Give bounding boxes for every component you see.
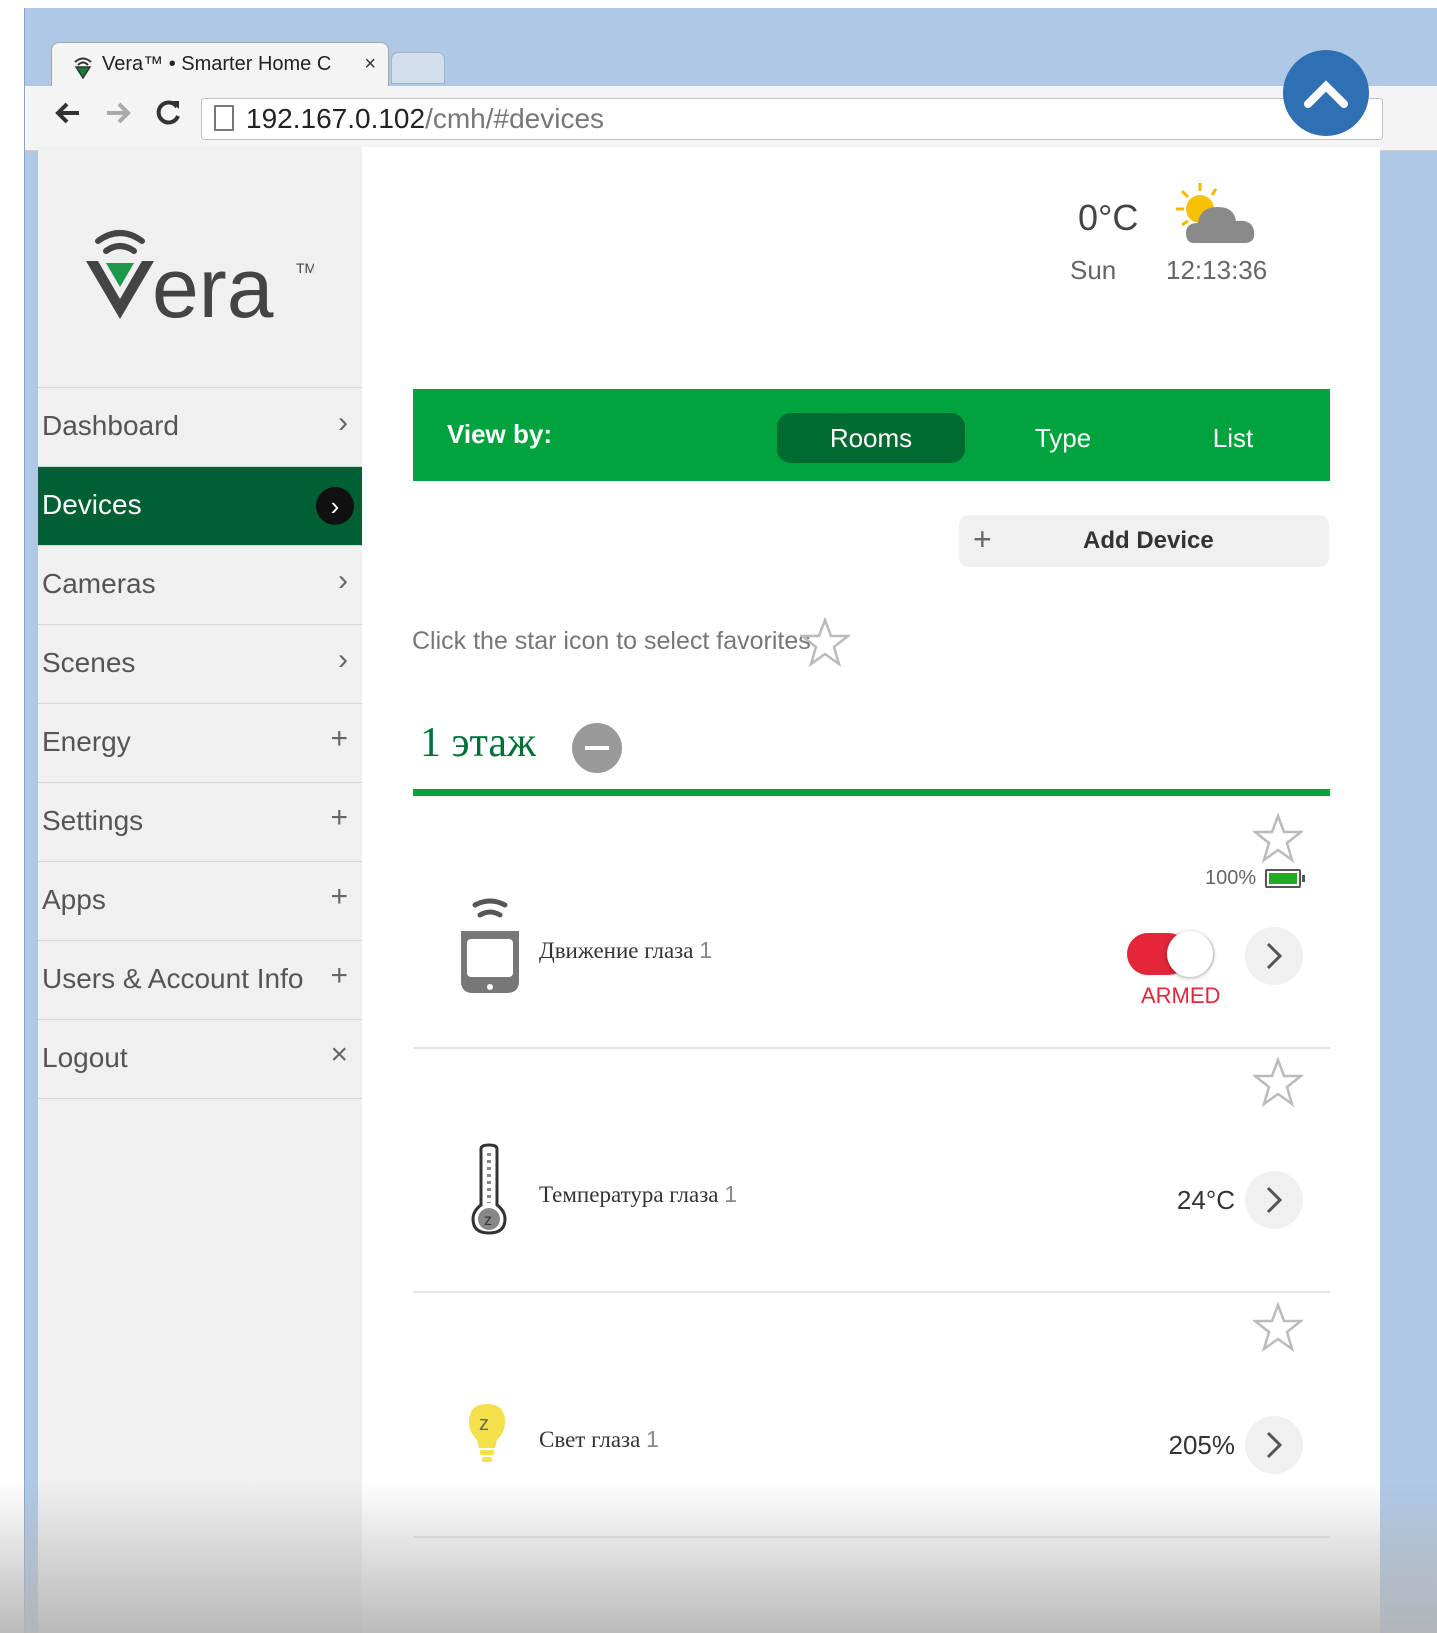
- favorite-star-icon[interactable]: [1251, 1056, 1305, 1112]
- chevron-right-icon: ›: [316, 487, 354, 525]
- svg-text:z: z: [479, 1413, 489, 1435]
- view-by-bar: View by: Rooms Type List: [413, 389, 1330, 481]
- menu-item-apps[interactable]: Apps +: [38, 861, 362, 940]
- collapse-room-button[interactable]: [572, 723, 622, 773]
- close-icon: ×: [330, 1038, 348, 1071]
- partly-cloudy-icon: [1172, 181, 1262, 256]
- device-name: Движение глаза 1: [539, 937, 713, 963]
- menu-item-cameras[interactable]: Cameras ›: [38, 545, 362, 624]
- favorite-star-icon[interactable]: [1251, 1301, 1305, 1357]
- favorites-hint: Click the star icon to select favorites: [412, 627, 811, 655]
- plus-icon: +: [330, 959, 348, 992]
- main-menu: Dashboard › Devices › Cameras › Scenes ›…: [38, 387, 362, 1099]
- view-list-button[interactable]: List: [1173, 413, 1293, 463]
- device-details-button[interactable]: [1245, 1416, 1303, 1474]
- chevron-right-icon: [1266, 1186, 1283, 1214]
- device-name: Свет глаза 1: [539, 1426, 659, 1452]
- plus-icon: +: [330, 722, 348, 755]
- chevron-up-icon: [1304, 80, 1348, 108]
- view-rooms-button[interactable]: Rooms: [777, 413, 965, 463]
- battery-icon: [1265, 869, 1305, 888]
- chevron-right-icon: [1266, 942, 1283, 970]
- tab-title: Vera™ • Smarter Home C: [102, 53, 332, 75]
- menu-item-devices[interactable]: Devices ›: [38, 466, 362, 545]
- device-details-button[interactable]: [1245, 1171, 1303, 1229]
- back-arrow-icon[interactable]: [53, 98, 83, 135]
- menu-item-settings[interactable]: Settings +: [38, 782, 362, 861]
- menu-item-logout[interactable]: Logout ×: [38, 1019, 362, 1099]
- chevron-right-icon: ›: [338, 406, 348, 439]
- room-divider: [413, 789, 1330, 796]
- device-row-motion: 100% Движение глаза 1 ARMED: [413, 803, 1330, 1049]
- menu-item-users-account-info[interactable]: Users & Account Info +: [38, 940, 362, 1019]
- main-content: 0°C Sun 12:13:36 View by: Rooms Type Lis…: [362, 147, 1380, 1633]
- forward-arrow-icon[interactable]: [103, 98, 133, 135]
- light-bulb-icon: z: [465, 1402, 509, 1469]
- menu-item-energy[interactable]: Energy +: [38, 703, 362, 782]
- vera-logo: era TM: [82, 223, 316, 335]
- thermometer-icon: z: [469, 1143, 509, 1240]
- light-level-value: 205%: [1168, 1430, 1236, 1460]
- view-type-button[interactable]: Type: [1003, 413, 1123, 463]
- armed-status: ARMED: [1141, 983, 1221, 1008]
- plus-icon: +: [330, 880, 348, 913]
- weather-day: Sun: [1070, 255, 1117, 285]
- temperature-value: 24°C: [1176, 1185, 1235, 1215]
- add-device-button[interactable]: + Add Device: [959, 515, 1329, 567]
- arm-toggle[interactable]: [1127, 931, 1215, 977]
- svg-text:TM: TM: [296, 260, 314, 276]
- plus-icon: +: [973, 521, 992, 557]
- device-name: Температура глаза 1: [539, 1181, 738, 1207]
- browser-toolbar: 192.167.0.102/cmh/#devices: [25, 86, 1437, 151]
- weather-time: 12:13:36: [1166, 255, 1268, 285]
- tab-close-icon[interactable]: ×: [364, 53, 376, 76]
- chevron-right-icon: ›: [338, 643, 348, 676]
- device-row-light: z Свет глаза 1 205%: [413, 1292, 1330, 1538]
- battery-fill: [1269, 873, 1297, 884]
- plus-icon: +: [330, 801, 348, 834]
- star-icon[interactable]: [798, 616, 852, 672]
- svg-text:era: era: [152, 241, 274, 323]
- room-title: 1 этаж: [420, 720, 537, 766]
- chevron-right-icon: ›: [338, 564, 348, 597]
- scroll-to-top-button[interactable]: [1283, 50, 1369, 136]
- sidebar: era TM Dashboard › Devices › Cameras › S…: [38, 147, 362, 1633]
- device-details-button[interactable]: [1245, 927, 1303, 985]
- device-row-temperature: z Температура глаза 1 24°C: [413, 1047, 1330, 1293]
- weather-temperature: 0°C: [1078, 197, 1139, 238]
- favorite-star-icon[interactable]: [1251, 812, 1305, 868]
- motion-sensor-icon: [455, 897, 525, 1002]
- url-text: 192.167.0.102/cmh/#devices: [246, 103, 605, 134]
- weather-widget: 0°C Sun 12:13:36: [1062, 183, 1362, 303]
- reload-icon[interactable]: [153, 98, 183, 135]
- view-by-label: View by:: [447, 419, 553, 449]
- browser-tab[interactable]: Vera™ • Smarter Home C ×: [51, 42, 389, 87]
- battery-percentage: 100%: [1205, 867, 1257, 889]
- new-tab-button[interactable]: [391, 52, 445, 84]
- vera-app: era TM Dashboard › Devices › Cameras › S…: [38, 147, 1380, 1633]
- add-device-label: Add Device: [1083, 527, 1214, 554]
- svg-text:z: z: [484, 1212, 492, 1229]
- page-icon: [214, 105, 234, 131]
- menu-item-dashboard[interactable]: Dashboard ›: [38, 387, 362, 466]
- address-bar[interactable]: 192.167.0.102/cmh/#devices: [201, 98, 1383, 140]
- chevron-right-icon: [1266, 1431, 1283, 1459]
- vera-favicon-icon: [72, 55, 94, 85]
- menu-item-scenes[interactable]: Scenes ›: [38, 624, 362, 703]
